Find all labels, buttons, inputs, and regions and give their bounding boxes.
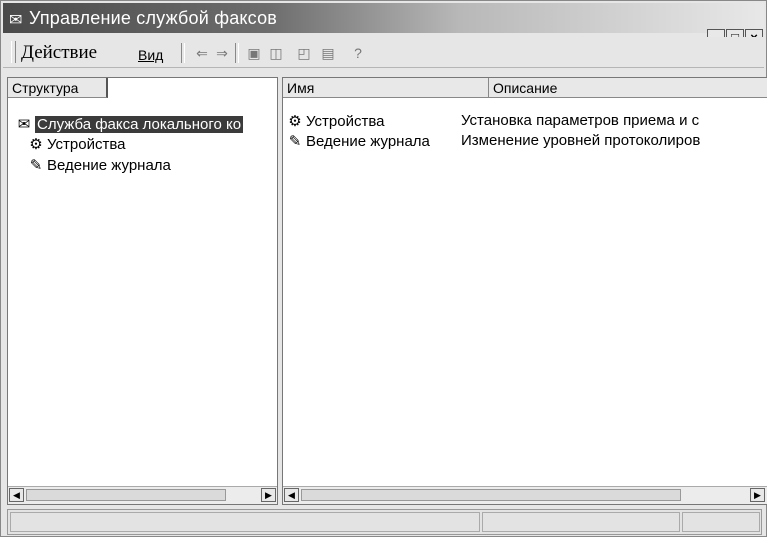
devices-icon: ⚙ xyxy=(288,113,302,130)
status-cell xyxy=(10,512,480,532)
back-icon[interactable]: ⇐ xyxy=(193,45,211,61)
status-cell xyxy=(482,512,680,532)
tree-item-fax-service[interactable]: ✉ Служба факса локального ко xyxy=(16,115,244,133)
horizontal-scrollbar[interactable]: ◀ ▶ xyxy=(283,486,767,504)
column-header-description[interactable]: Описание xyxy=(489,78,767,98)
show-tree-icon[interactable]: ◫ xyxy=(267,45,285,61)
item-name: Ведение журнала xyxy=(306,133,430,150)
scroll-left-button[interactable]: ◀ xyxy=(284,488,299,502)
mmc-window: ✉ Управление службой факсов _ □ × Действ… xyxy=(0,0,767,537)
devices-icon: ⚙ xyxy=(29,136,43,153)
tab-structure[interactable]: Структура xyxy=(8,78,108,98)
horizontal-scrollbar[interactable]: ◀ ▶ xyxy=(8,486,277,504)
forward-icon[interactable]: ⇒ xyxy=(213,45,231,61)
column-header-name[interactable]: Имя xyxy=(283,78,489,98)
toolbar-grip[interactable] xyxy=(11,41,16,63)
menu-bar: Действие Вид ⇐ ⇒ ▣ ◫ ◰ ▤ ? xyxy=(3,37,764,68)
status-bar xyxy=(7,509,762,535)
tree-item-logging[interactable]: ✎ Ведение журнала xyxy=(28,156,171,174)
fax-service-icon: ✉ xyxy=(9,12,23,29)
logging-icon: ✎ xyxy=(288,133,302,150)
item-description: Изменение уровней протоколиров xyxy=(461,132,701,149)
toolbar-separator xyxy=(235,43,239,63)
details-pane: Имя Описание ⚙ Устройства Установка парам… xyxy=(282,77,767,505)
scroll-right-button[interactable]: ▶ xyxy=(261,488,276,502)
item-name: Устройства xyxy=(306,113,385,130)
item-description: Установка параметров приема и с xyxy=(461,112,700,129)
list-item-logging[interactable]: ✎ Ведение журнала Изменение уровней прото… xyxy=(287,132,767,150)
menu-view[interactable]: Вид xyxy=(138,47,163,63)
title-bar[interactable]: ✉ Управление службой факсов xyxy=(3,3,764,33)
tree-item-label: Служба факса локального ко xyxy=(35,116,244,133)
fax-service-icon: ✉ xyxy=(17,116,31,133)
properties-icon[interactable]: ◰ xyxy=(295,45,313,61)
up-icon[interactable]: ▣ xyxy=(245,45,263,61)
scroll-thumb[interactable] xyxy=(26,489,226,501)
export-icon[interactable]: ▤ xyxy=(319,45,337,61)
scroll-thumb[interactable] xyxy=(301,489,681,501)
tree-item-label: Устройства xyxy=(47,136,126,153)
tree-item-devices[interactable]: ⚙ Устройства xyxy=(28,135,125,153)
menu-action[interactable]: Действие xyxy=(21,42,97,64)
tree-pane: Структура ✉ Служба факса локального ко ⚙ У… xyxy=(7,77,278,505)
list-item-devices[interactable]: ⚙ Устройства Установка параметров приема … xyxy=(287,112,767,130)
scroll-left-button[interactable]: ◀ xyxy=(9,488,24,502)
help-icon[interactable]: ? xyxy=(349,45,367,61)
toolbar-separator xyxy=(181,43,185,63)
window-title: Управление службой факсов xyxy=(29,8,278,28)
scroll-right-button[interactable]: ▶ xyxy=(750,488,765,502)
tree-item-label: Ведение журнала xyxy=(47,157,171,174)
status-cell xyxy=(682,512,760,532)
logging-icon: ✎ xyxy=(29,157,43,174)
